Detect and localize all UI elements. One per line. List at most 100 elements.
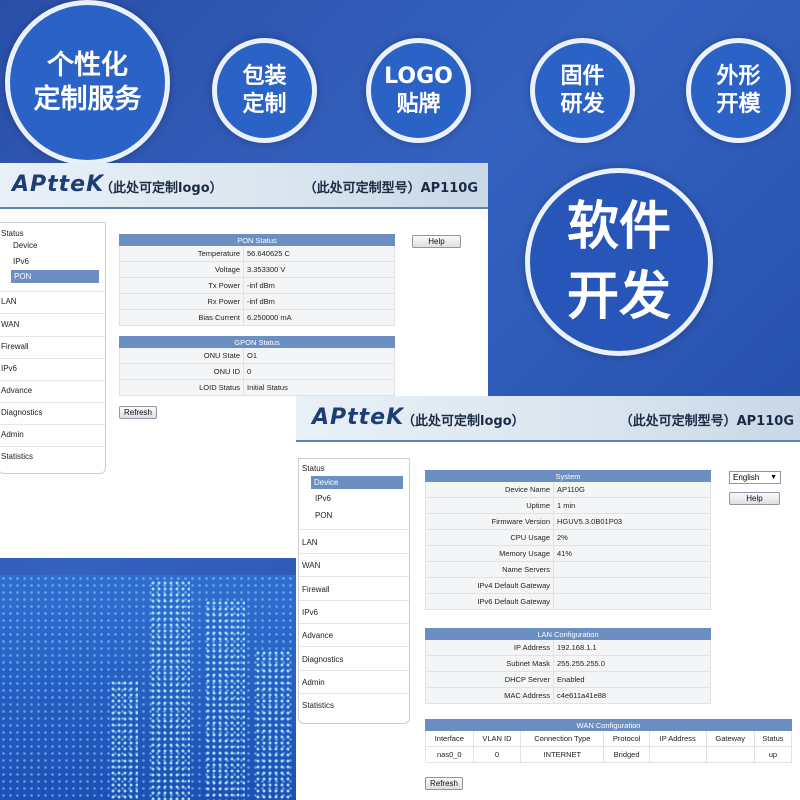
brand-logo: APtteK <box>12 172 105 197</box>
value: 255.255.255.0 <box>553 655 711 672</box>
value: HGUV5.3.0B01P03 <box>553 513 711 530</box>
column-header: Interface <box>425 730 474 747</box>
city-background-graphic <box>0 575 305 800</box>
logo-label-badge: LOGO 贴牌 <box>366 38 471 143</box>
cell: Bridged <box>603 746 650 763</box>
help-button[interactable]: Help <box>412 235 461 248</box>
lan-config-title: LAN Configuration <box>425 628 711 640</box>
label: LOID Status <box>119 379 244 396</box>
column-header: IP Address <box>648 730 707 747</box>
nav-wan[interactable]: WAN <box>302 561 320 570</box>
value: AP110G <box>553 481 711 498</box>
label: IPv4 Default Gateway <box>425 577 554 594</box>
value: 1 min <box>553 497 711 514</box>
nav-pon-selected[interactable]: PON <box>11 270 99 283</box>
nav-ipv6[interactable]: IPv6 <box>302 608 318 617</box>
label: ONU State <box>119 347 244 364</box>
label: Bias Current <box>119 309 244 326</box>
system-table: System Device Name AP110G Uptime 1 min Fir… <box>425 470 711 610</box>
label: Voltage <box>119 261 244 278</box>
software-dev-badge: 软件 开发 <box>525 168 713 356</box>
router-header: APtteK （此处可定制logo） （此处可定制型号）AP110G <box>296 396 800 442</box>
nav-diagnostics[interactable]: Diagnostics <box>302 655 343 664</box>
chevron-down-icon: ▼ <box>770 474 777 481</box>
nav-advance[interactable]: Advance <box>1 386 32 395</box>
router-header: APtteK （此处可定制logo） （此处可定制型号）AP110G <box>0 163 488 209</box>
nav-statistics[interactable]: Statistics <box>1 452 33 461</box>
label: Subnet Mask <box>425 655 554 672</box>
sidebar-nav: Status Device IPv6 PON LAN WAN Firewall … <box>0 222 106 474</box>
nav-lan[interactable]: LAN <box>1 297 17 306</box>
logo-note: （此处可定制logo） <box>402 414 525 429</box>
label: DHCP Server <box>425 671 554 688</box>
custom-service-badge: 个性化 定制服务 <box>5 0 170 165</box>
label: Uptime <box>425 497 554 514</box>
nav-status[interactable]: Status <box>1 229 24 238</box>
label: Name Servers <box>425 561 554 578</box>
mold-badge: 外形 开模 <box>686 38 791 143</box>
value: c4e611a41e88 <box>553 687 711 704</box>
value: 0 <box>243 363 395 380</box>
label: CPU Usage <box>425 529 554 546</box>
wan-config-table: WAN Configuration Interface VLAN ID Conn… <box>425 719 793 763</box>
nav-advance[interactable]: Advance <box>302 631 333 640</box>
nav-firewall[interactable]: Firewall <box>302 585 330 594</box>
value <box>553 593 711 610</box>
nav-device-selected[interactable]: Device <box>311 476 403 489</box>
system-title: System <box>425 470 711 482</box>
cell: INTERNET <box>520 746 605 763</box>
value: 56.640625 C <box>243 245 395 262</box>
value: Enabled <box>553 671 711 688</box>
cell: up <box>753 746 793 763</box>
label: IP Address <box>425 639 554 656</box>
nav-admin[interactable]: Admin <box>1 430 24 439</box>
value: 41% <box>553 545 711 562</box>
model-note: （此处可定制型号）AP110G <box>619 414 794 429</box>
value <box>553 561 711 578</box>
label: Rx Power <box>119 293 244 310</box>
refresh-button[interactable]: Refresh <box>119 406 157 419</box>
value: 6.250000 mA <box>243 309 395 326</box>
nav-statistics[interactable]: Statistics <box>302 701 334 710</box>
column-header: VLAN ID <box>472 730 522 747</box>
pon-status-table: PON Status Temperature 56.640625 C Voltag… <box>119 234 395 326</box>
nav-admin[interactable]: Admin <box>302 678 325 687</box>
nav-lan[interactable]: LAN <box>302 538 318 547</box>
table-row: nas0_0 0 INTERNET Bridged up <box>425 746 793 763</box>
refresh-button[interactable]: Refresh <box>425 777 463 790</box>
gpon-status-title: GPON Status <box>119 336 395 348</box>
language-value: English <box>733 473 760 482</box>
label: IPv6 Default Gateway <box>425 593 554 610</box>
model-note: （此处可定制型号）AP110G <box>303 181 478 196</box>
cell <box>648 746 707 763</box>
label: Tx Power <box>119 277 244 294</box>
nav-ipv6-sub[interactable]: IPv6 <box>13 257 29 266</box>
language-select[interactable]: English ▼ <box>729 471 781 484</box>
value: O1 <box>243 347 395 364</box>
value: -inf dBm <box>243 277 395 294</box>
lan-config-table: LAN Configuration IP Address 192.168.1.1 … <box>425 628 711 704</box>
value <box>553 577 711 594</box>
cell: 0 <box>472 746 522 763</box>
value: 3.353300 V <box>243 261 395 278</box>
nav-diagnostics[interactable]: Diagnostics <box>1 408 42 417</box>
label: Device Name <box>425 481 554 498</box>
nav-wan[interactable]: WAN <box>1 320 19 329</box>
cell: nas0_0 <box>425 746 474 763</box>
column-header: Gateway <box>705 730 755 747</box>
nav-pon[interactable]: PON <box>315 511 332 520</box>
nav-ipv6-sub[interactable]: IPv6 <box>315 494 331 503</box>
packaging-badge: 包装 定制 <box>212 38 317 143</box>
value: 192.168.1.1 <box>553 639 711 656</box>
brand-logo: APtteK <box>312 405 405 430</box>
column-header: Connection Type <box>520 730 605 747</box>
help-button[interactable]: Help <box>729 492 780 505</box>
nav-status[interactable]: Status <box>302 464 325 473</box>
pon-status-title: PON Status <box>119 234 395 246</box>
logo-note: （此处可定制logo） <box>100 181 223 196</box>
value: -inf dBm <box>243 293 395 310</box>
nav-device[interactable]: Device <box>13 241 37 250</box>
cell <box>705 746 755 763</box>
nav-firewall[interactable]: Firewall <box>1 342 29 351</box>
nav-ipv6[interactable]: IPv6 <box>1 364 17 373</box>
